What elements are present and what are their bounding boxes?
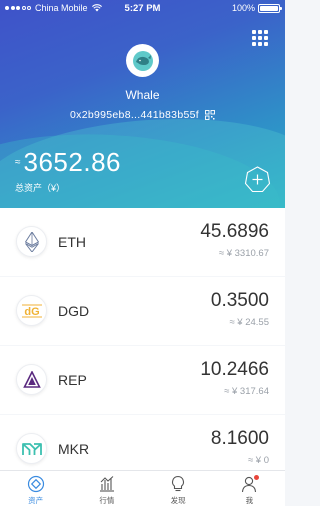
bottom-tab-bar: 资产 行情 发现 我 [0,470,285,506]
wallet-name: Whale [125,88,160,102]
tab-discover[interactable]: 发现 [143,471,214,506]
tab-assets[interactable]: 资产 [0,471,71,506]
asset-fiat-value: ≈ ¥ 317.64 [224,386,269,397]
qr-code-icon[interactable] [205,110,215,120]
total-assets-label: 总资产（¥） [15,183,66,193]
tab-profile[interactable]: 我 [214,471,285,506]
asset-amount: 0.3500 [210,290,269,311]
add-token-button[interactable] [244,166,271,193]
wallet-address[interactable]: 0x2b995eb8...441b83b55f [70,109,199,121]
tab-label: 我 [245,496,254,505]
tab-label: 行情 [99,496,115,505]
notification-badge [254,475,260,480]
assets-icon [27,475,44,493]
tab-label: 资产 [28,496,44,505]
asset-fiat-value: ≈ ¥ 0 [247,455,269,466]
approx-sign: ≈ [15,157,21,168]
asset-amount: 45.6896 [200,221,269,242]
discover-icon [172,475,185,492]
battery-icon [258,3,282,13]
total-balance: ≈ 3652.86 [15,147,121,178]
tab-market[interactable]: 行情 [71,471,142,506]
battery-percent: 100% [231,3,255,13]
asset-symbol: DGD [58,303,90,319]
asset-row-rep[interactable]: REP 10.2466 ≈ ¥ 317.64 [0,346,285,414]
asset-symbol: MKR [58,441,90,457]
asset-amount: 8.1600 [210,428,269,449]
balance-value: 3652.86 [23,147,121,177]
signal-icon [5,6,31,10]
market-icon [99,476,114,492]
eth-icon [16,226,47,257]
svg-text:dG: dG [24,306,39,318]
asset-fiat-value: ≈ ¥ 24.55 [229,317,269,328]
status-bar: China Mobile 5:27 PM 100% [0,0,285,16]
whale-icon [132,50,153,71]
wallet-avatar[interactable] [126,44,159,77]
asset-amount: 10.2466 [200,359,269,380]
tab-label: 发现 [170,496,186,505]
asset-symbol: REP [58,372,87,388]
wifi-icon [91,4,102,12]
asset-row-eth[interactable]: ETH 45.6896 ≈ ¥ 3310.67 [0,208,285,276]
asset-fiat-value: ≈ ¥ 3310.67 [218,248,269,259]
carrier-name: China Mobile [35,3,88,13]
mkr-icon [16,433,47,464]
asset-list: ETH 45.6896 ≈ ¥ 3310.67 dG DGD 0.3500 ≈ … [0,208,285,484]
rep-icon [16,364,47,395]
asset-symbol: ETH [58,234,86,250]
menu-grid-icon[interactable] [252,30,268,46]
dgd-icon: dG [16,295,47,326]
asset-row-dgd[interactable]: dG DGD 0.3500 ≈ ¥ 24.55 [0,277,285,345]
